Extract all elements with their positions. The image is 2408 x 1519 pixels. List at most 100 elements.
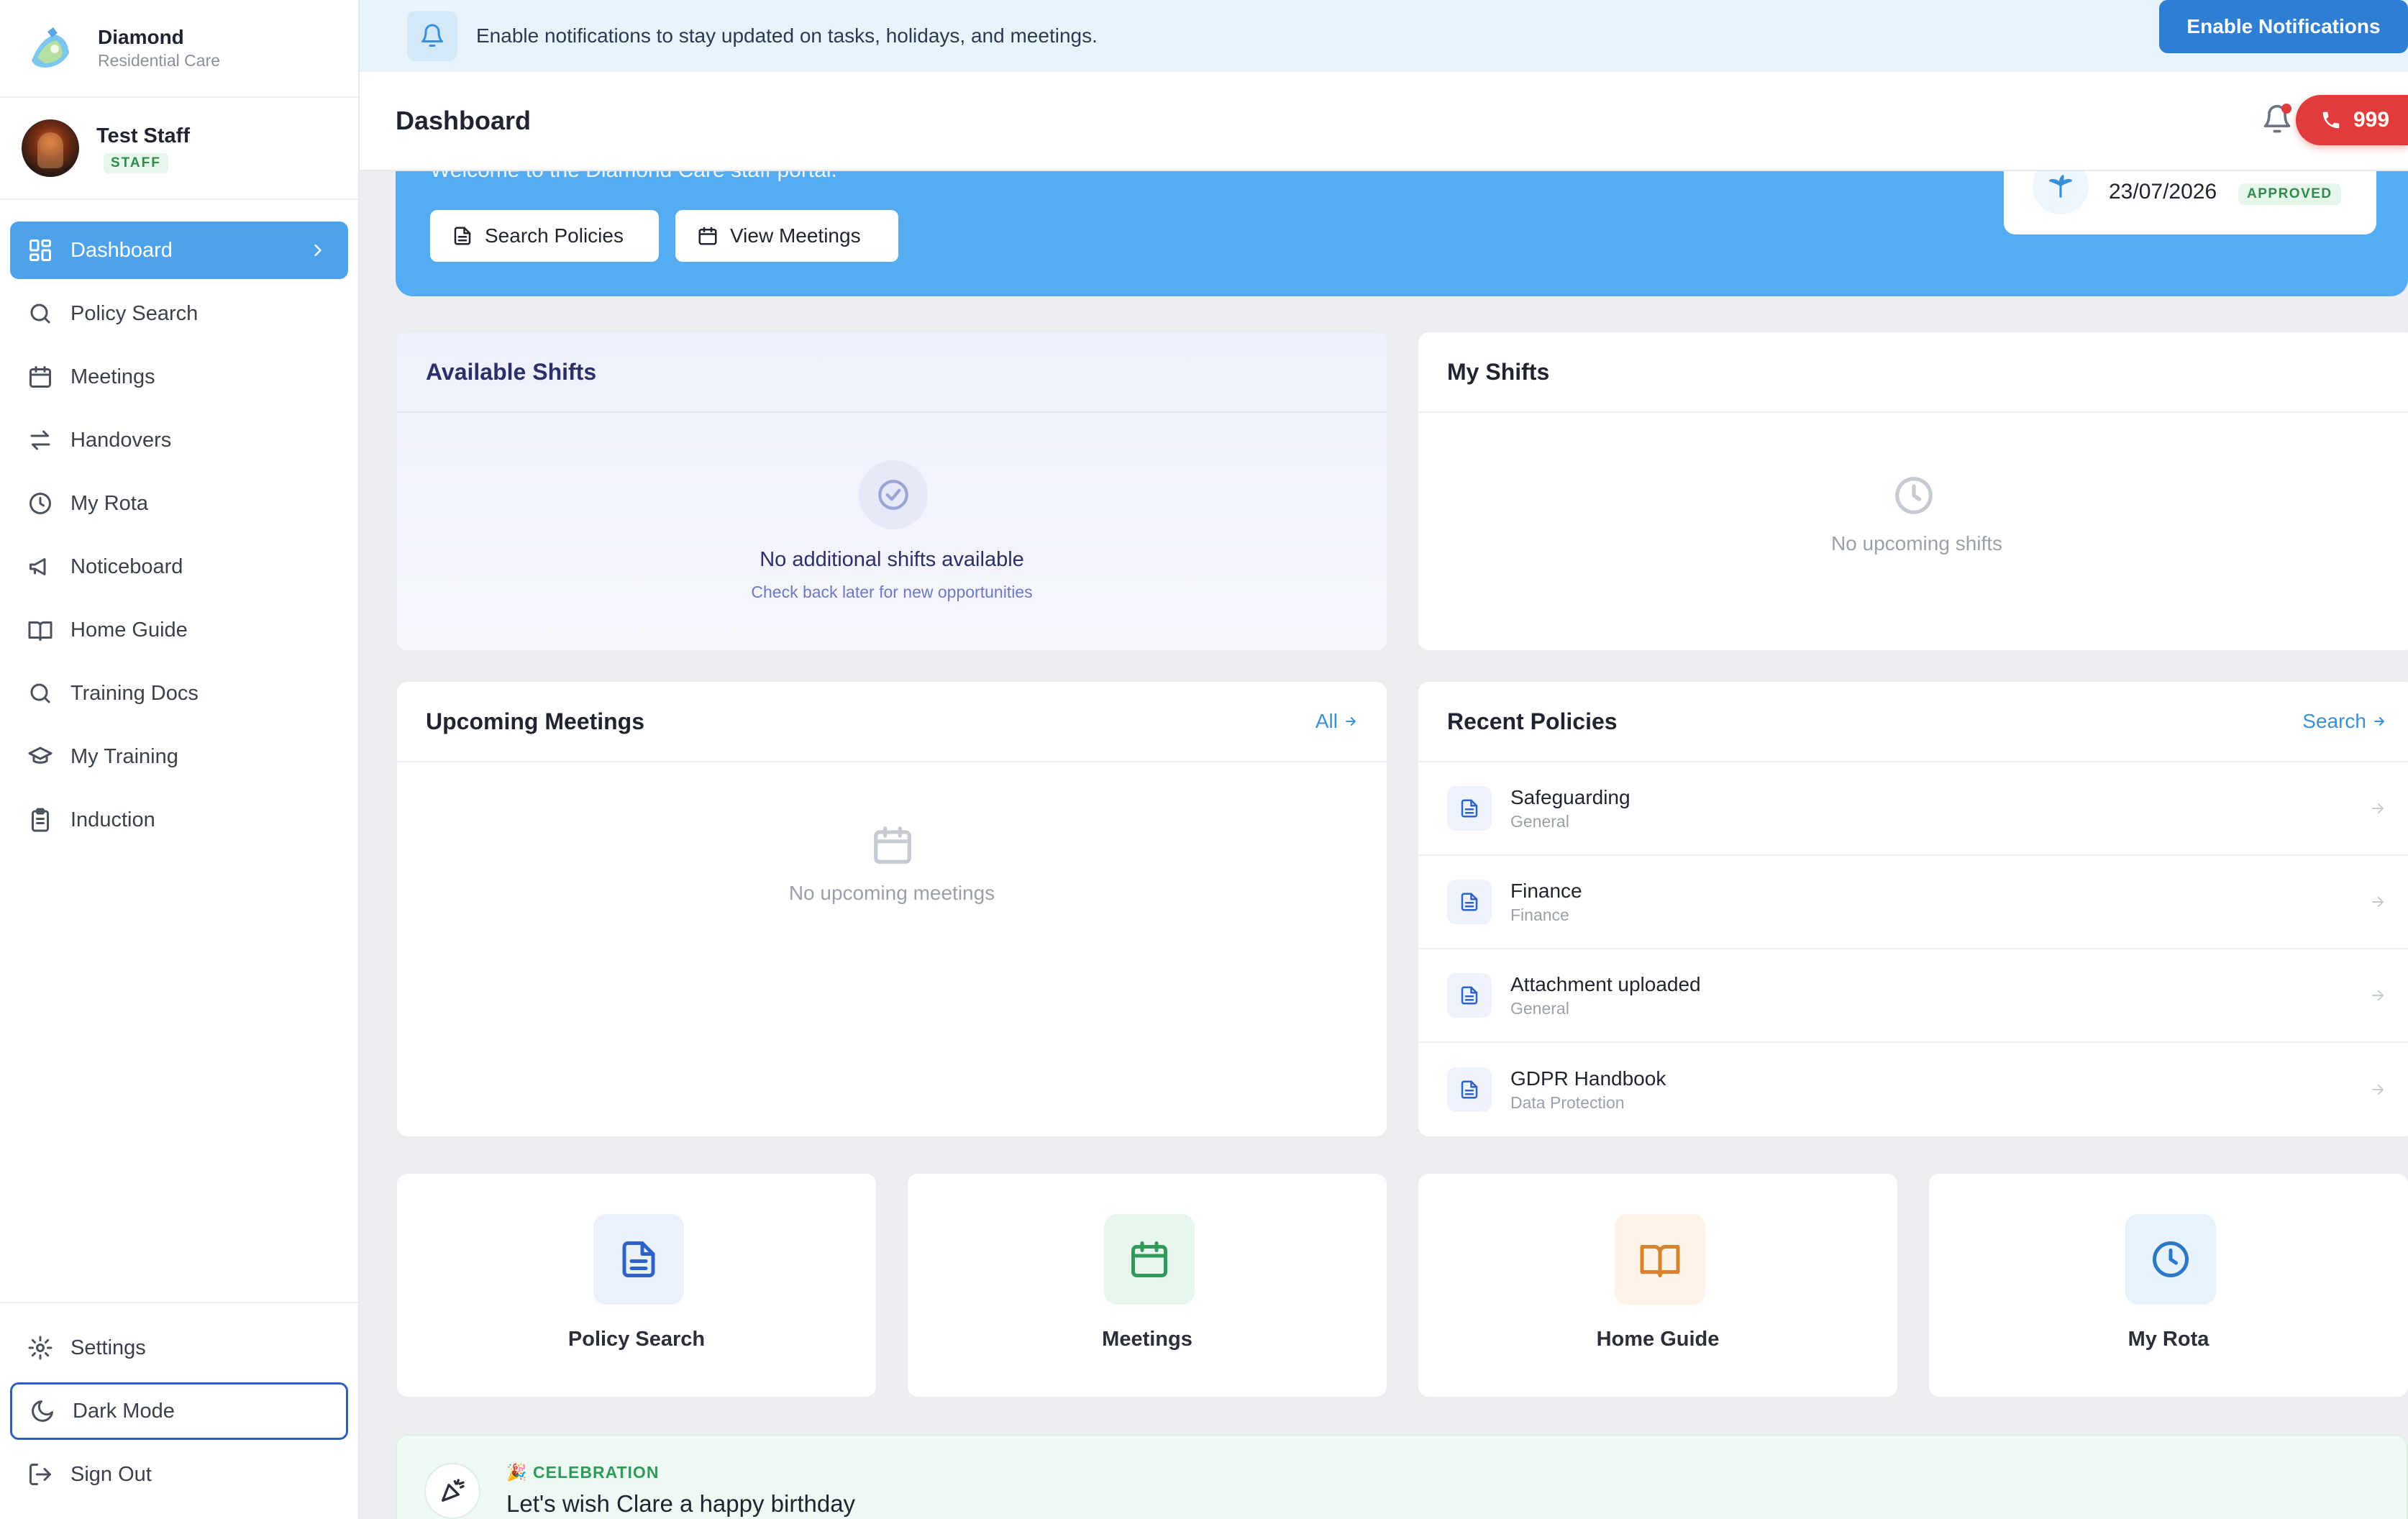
document-icon	[1447, 880, 1492, 924]
sidebar-item-my-rota[interactable]: My Rota	[10, 475, 348, 532]
sign-out-icon	[29, 1464, 51, 1485]
megaphone-icon	[29, 558, 46, 575]
sidebar-item-label: Settings	[70, 1336, 146, 1359]
link-label: All	[1315, 710, 1338, 732]
empty-state-text: No upcoming shifts	[1830, 532, 2003, 555]
clock-icon	[1892, 473, 1936, 518]
policy-row[interactable]: Finance Finance	[1418, 856, 2408, 949]
grid-icon	[29, 240, 51, 261]
upcoming-meetings-card: Upcoming Meetings All No upcoming meetin…	[396, 680, 1388, 1138]
policy-row[interactable]: Safeguarding General	[1418, 762, 2408, 856]
sidebar-bottom: Settings Dark Mode Sign Out	[0, 1302, 358, 1519]
party-popper-icon	[424, 1463, 480, 1519]
search-icon	[30, 304, 50, 324]
sidebar-item-home-guide[interactable]: Home Guide	[10, 601, 348, 659]
emergency-call-button[interactable]: 999	[2296, 95, 2408, 145]
view-meetings-button[interactable]: View Meetings	[675, 210, 898, 262]
quick-link-meetings[interactable]: Meetings	[906, 1172, 1388, 1398]
clipboard-icon	[32, 808, 49, 832]
view-all-meetings-link[interactable]: All	[1315, 710, 1358, 733]
empty-state-title: No additional shifts available	[760, 548, 1024, 571]
celebration-tag: 🎉 CELEBRATION	[506, 1463, 660, 1482]
card-title: Upcoming Meetings	[426, 708, 645, 734]
arrow-right-icon	[2369, 893, 2386, 911]
banner-message: Enable notifications to stay updated on …	[476, 24, 1098, 47]
sidebar-item-label: My Rota	[70, 491, 148, 515]
sidebar-item-label: My Training	[70, 744, 178, 768]
sign-out-button[interactable]: Sign Out	[10, 1446, 348, 1503]
arrow-right-icon	[2374, 717, 2384, 726]
quick-link-label: My Rota	[2127, 1328, 2209, 1351]
empty-state-subtitle: Check back later for new opportunities	[751, 583, 1033, 601]
swap-arrows-icon	[30, 430, 50, 450]
document-icon	[1447, 786, 1492, 831]
calendar-icon	[870, 823, 915, 867]
clock-icon	[2125, 1214, 2216, 1305]
arrow-right-icon	[2369, 987, 2386, 1004]
sidebar-item-label: Policy Search	[70, 301, 199, 325]
quick-link-my-rota[interactable]: My Rota	[1928, 1172, 2408, 1398]
sidebar-item-dashboard[interactable]: Dashboard	[10, 222, 348, 279]
my-shifts-card: My Shifts No upcoming shifts	[1417, 331, 2408, 652]
celebration-card: 🎉 CELEBRATION Let's wish Clare a happy b…	[396, 1434, 2408, 1519]
graduation-cap-icon	[28, 747, 53, 764]
sidebar-item-label: Home Guide	[70, 618, 188, 642]
policy-title: Finance	[1510, 880, 1582, 902]
sidebar: Diamond Residential Care Test Staff STAF…	[0, 0, 360, 1519]
diamond-logo-icon	[26, 24, 73, 72]
policy-title: Attachment uploaded	[1510, 973, 1701, 995]
sidebar-item-my-training[interactable]: My Training	[10, 728, 348, 785]
book-open-icon	[1615, 1214, 1705, 1305]
sidebar-item-induction[interactable]: Induction	[10, 791, 348, 849]
search-policies-link[interactable]: Search	[2302, 710, 2386, 733]
sidebar-item-label: Meetings	[70, 365, 155, 388]
sidebar-item-noticeboard[interactable]: Noticeboard	[10, 538, 348, 596]
quick-link-label: Policy Search	[567, 1328, 706, 1351]
page-title: Dashboard	[396, 106, 532, 135]
empty-state-text: No upcoming meetings	[788, 882, 995, 904]
sidebar-item-training-docs[interactable]: Training Docs	[10, 665, 348, 722]
card-title: My Shifts	[1418, 332, 2408, 413]
brand-name: Diamond	[98, 26, 184, 48]
enable-notifications-button[interactable]: Enable Notifications	[2159, 0, 2408, 53]
arrow-right-icon	[1346, 717, 1356, 726]
moon-icon	[32, 1400, 53, 1422]
book-icon	[28, 621, 53, 641]
notifications-bell-button[interactable]	[2261, 104, 2293, 135]
status-badge: APPROVED	[2238, 183, 2341, 205]
brand[interactable]: Diamond Residential Care	[0, 0, 358, 98]
policy-title: Safeguarding	[1510, 786, 1631, 808]
sidebar-item-settings[interactable]: Settings	[10, 1319, 348, 1377]
policy-row[interactable]: Attachment uploaded General	[1418, 949, 2408, 1043]
policy-category: Finance	[1510, 906, 1569, 924]
check-circle-icon	[859, 460, 928, 529]
sidebar-item-meetings[interactable]: Meetings	[10, 348, 348, 406]
dark-mode-toggle[interactable]: Dark Mode	[10, 1382, 348, 1440]
emergency-number: 999	[2353, 108, 2390, 132]
sidebar-item-label: Noticeboard	[70, 555, 183, 578]
card-title: Recent Policies	[1447, 708, 1618, 734]
user-profile[interactable]: Test Staff STAFF	[0, 98, 358, 200]
sidebar-item-label: Handovers	[70, 428, 172, 452]
search-policies-label: Search Policies	[485, 224, 624, 247]
notification-dot	[2281, 104, 2291, 114]
quick-link-policy-search[interactable]: Policy Search	[396, 1172, 877, 1398]
arrow-right-icon	[2369, 1081, 2386, 1098]
policy-category: Data Protection	[1510, 1093, 1625, 1112]
user-name: Test Staff	[96, 124, 190, 147]
sidebar-item-label: Dashboard	[70, 238, 173, 262]
policy-category: General	[1510, 812, 1569, 831]
quick-link-home-guide[interactable]: Home Guide	[1417, 1172, 1899, 1398]
calendar-icon	[29, 366, 51, 388]
document-icon	[454, 227, 471, 245]
search-policies-button[interactable]: Search Policies	[430, 210, 659, 262]
search-icon	[30, 683, 50, 703]
sidebar-item-handovers[interactable]: Handovers	[10, 411, 348, 469]
policy-title: GDPR Handbook	[1510, 1067, 1666, 1090]
leave-date: 23/07/2026	[2109, 180, 2217, 204]
quick-link-label: Meetings	[1102, 1328, 1192, 1351]
policy-row[interactable]: GDPR Handbook Data Protection	[1418, 1043, 2408, 1136]
sidebar-item-label: Training Docs	[70, 681, 199, 705]
card-title: Available Shifts	[397, 332, 1387, 413]
sidebar-item-policy-search[interactable]: Policy Search	[10, 285, 348, 342]
